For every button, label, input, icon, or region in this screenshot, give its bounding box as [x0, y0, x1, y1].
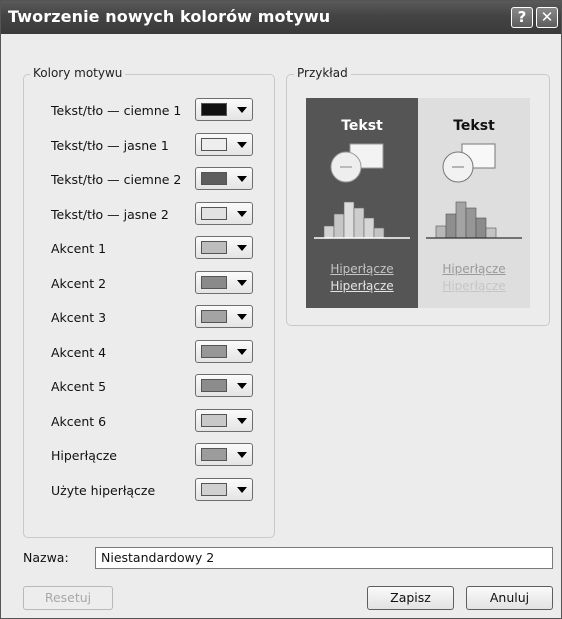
theme-color-label: Tekst/tło — ciemne 2 [51, 172, 182, 187]
preview-light-chart-icon [426, 201, 522, 239]
theme-preview: Tekst Hiperłącze Hiperłącze Tekst Hiperł… [306, 98, 530, 308]
theme-color-picker-button[interactable] [195, 201, 253, 225]
theme-colors-group-label: Kolory motywu [30, 66, 126, 80]
theme-color-label: Hiperłącze [51, 448, 117, 463]
theme-color-picker-button[interactable] [195, 374, 253, 397]
preview-group-label: Przykład [294, 66, 351, 80]
theme-color-label: Użyte hiperłącze [51, 482, 156, 498]
theme-color-picker-button[interactable] [195, 443, 253, 466]
theme-color-label: Tekst/tło — jasne 1 [51, 137, 169, 153]
theme-color-label: Akcent 5 [51, 379, 107, 394]
preview-light-text: Tekst [453, 118, 495, 134]
preview-dark-text: Tekst [341, 118, 383, 134]
dropdown-arrow-icon [237, 176, 247, 182]
theme-color-label: Akcent 4 [51, 344, 107, 360]
color-swatch [201, 482, 227, 496]
theme-color-picker-button[interactable] [195, 236, 253, 259]
theme-color-picker-button[interactable] [195, 408, 253, 432]
theme-color-picker-button[interactable] [195, 270, 253, 294]
name-input[interactable]: Niestandardowy 2 [95, 547, 553, 569]
dropdown-arrow-icon [237, 279, 247, 286]
theme-color-picker-button[interactable] [195, 305, 253, 328]
preview-dark-followed-hyperlink: Hiperłącze [330, 279, 394, 293]
theme-color-picker-button[interactable] [195, 339, 253, 363]
preview-dark-chart-icon [314, 201, 410, 239]
theme-color-label: Akcent 6 [51, 413, 107, 429]
dropdown-arrow-icon [237, 210, 247, 217]
theme-color-picker-button[interactable] [195, 477, 253, 501]
dropdown-arrow-icon [237, 314, 247, 320]
color-swatch [201, 206, 227, 220]
color-swatch [201, 344, 227, 358]
preview-dark-panel: Tekst Hiperłącze Hiperłącze [306, 98, 418, 308]
color-swatch [201, 413, 227, 427]
dropdown-arrow-icon [237, 452, 247, 458]
theme-color-picker-button[interactable] [195, 167, 253, 190]
color-swatch [201, 448, 227, 461]
color-swatch [201, 172, 227, 185]
color-swatch [201, 379, 227, 392]
cancel-button[interactable]: Anuluj [466, 586, 553, 610]
theme-color-label: Akcent 2 [51, 275, 107, 291]
color-swatch [201, 137, 227, 151]
close-button[interactable]: ✕ [536, 7, 558, 28]
dropdown-arrow-icon [237, 348, 247, 355]
dropdown-arrow-icon [237, 486, 247, 493]
preview-light-panel: Tekst Hiperłącze Hiperłącze [418, 98, 530, 308]
dropdown-arrow-icon [237, 141, 247, 148]
color-swatch [201, 241, 227, 254]
dialog-title: Tworzenie nowych kolorów motywu [8, 7, 331, 26]
dropdown-arrow-icon [237, 383, 247, 389]
dropdown-arrow-icon [237, 245, 247, 251]
create-theme-colors-dialog: Tworzenie nowych kolorów motywu ? ✕ Kolo… [0, 0, 562, 619]
theme-color-picker-button[interactable] [195, 132, 253, 156]
preview-light-hyperlink: Hiperłącze [442, 262, 506, 276]
preview-dark-shapes-icon [330, 143, 384, 183]
dropdown-arrow-icon [237, 107, 247, 113]
theme-color-label: Akcent 1 [51, 241, 107, 256]
title-bar: Tworzenie nowych kolorów motywu ? ✕ [1, 1, 561, 34]
help-button[interactable]: ? [511, 7, 533, 28]
theme-color-label: Tekst/tło — ciemne 1 [51, 103, 182, 118]
color-swatch [201, 103, 227, 116]
color-swatch [201, 310, 227, 323]
preview-light-followed-hyperlink: Hiperłącze [442, 279, 506, 293]
theme-color-label: Akcent 3 [51, 310, 107, 325]
save-button[interactable]: Zapisz [367, 586, 454, 610]
preview-dark-hyperlink: Hiperłącze [330, 262, 394, 276]
color-swatch [201, 275, 227, 289]
theme-color-picker-button[interactable] [195, 98, 253, 121]
theme-color-label: Tekst/tło — jasne 2 [51, 206, 169, 222]
reset-button[interactable]: Resetuj [23, 586, 113, 610]
name-label: Nazwa: [23, 550, 69, 565]
dropdown-arrow-icon [237, 417, 247, 424]
preview-light-shapes-icon [442, 143, 496, 183]
